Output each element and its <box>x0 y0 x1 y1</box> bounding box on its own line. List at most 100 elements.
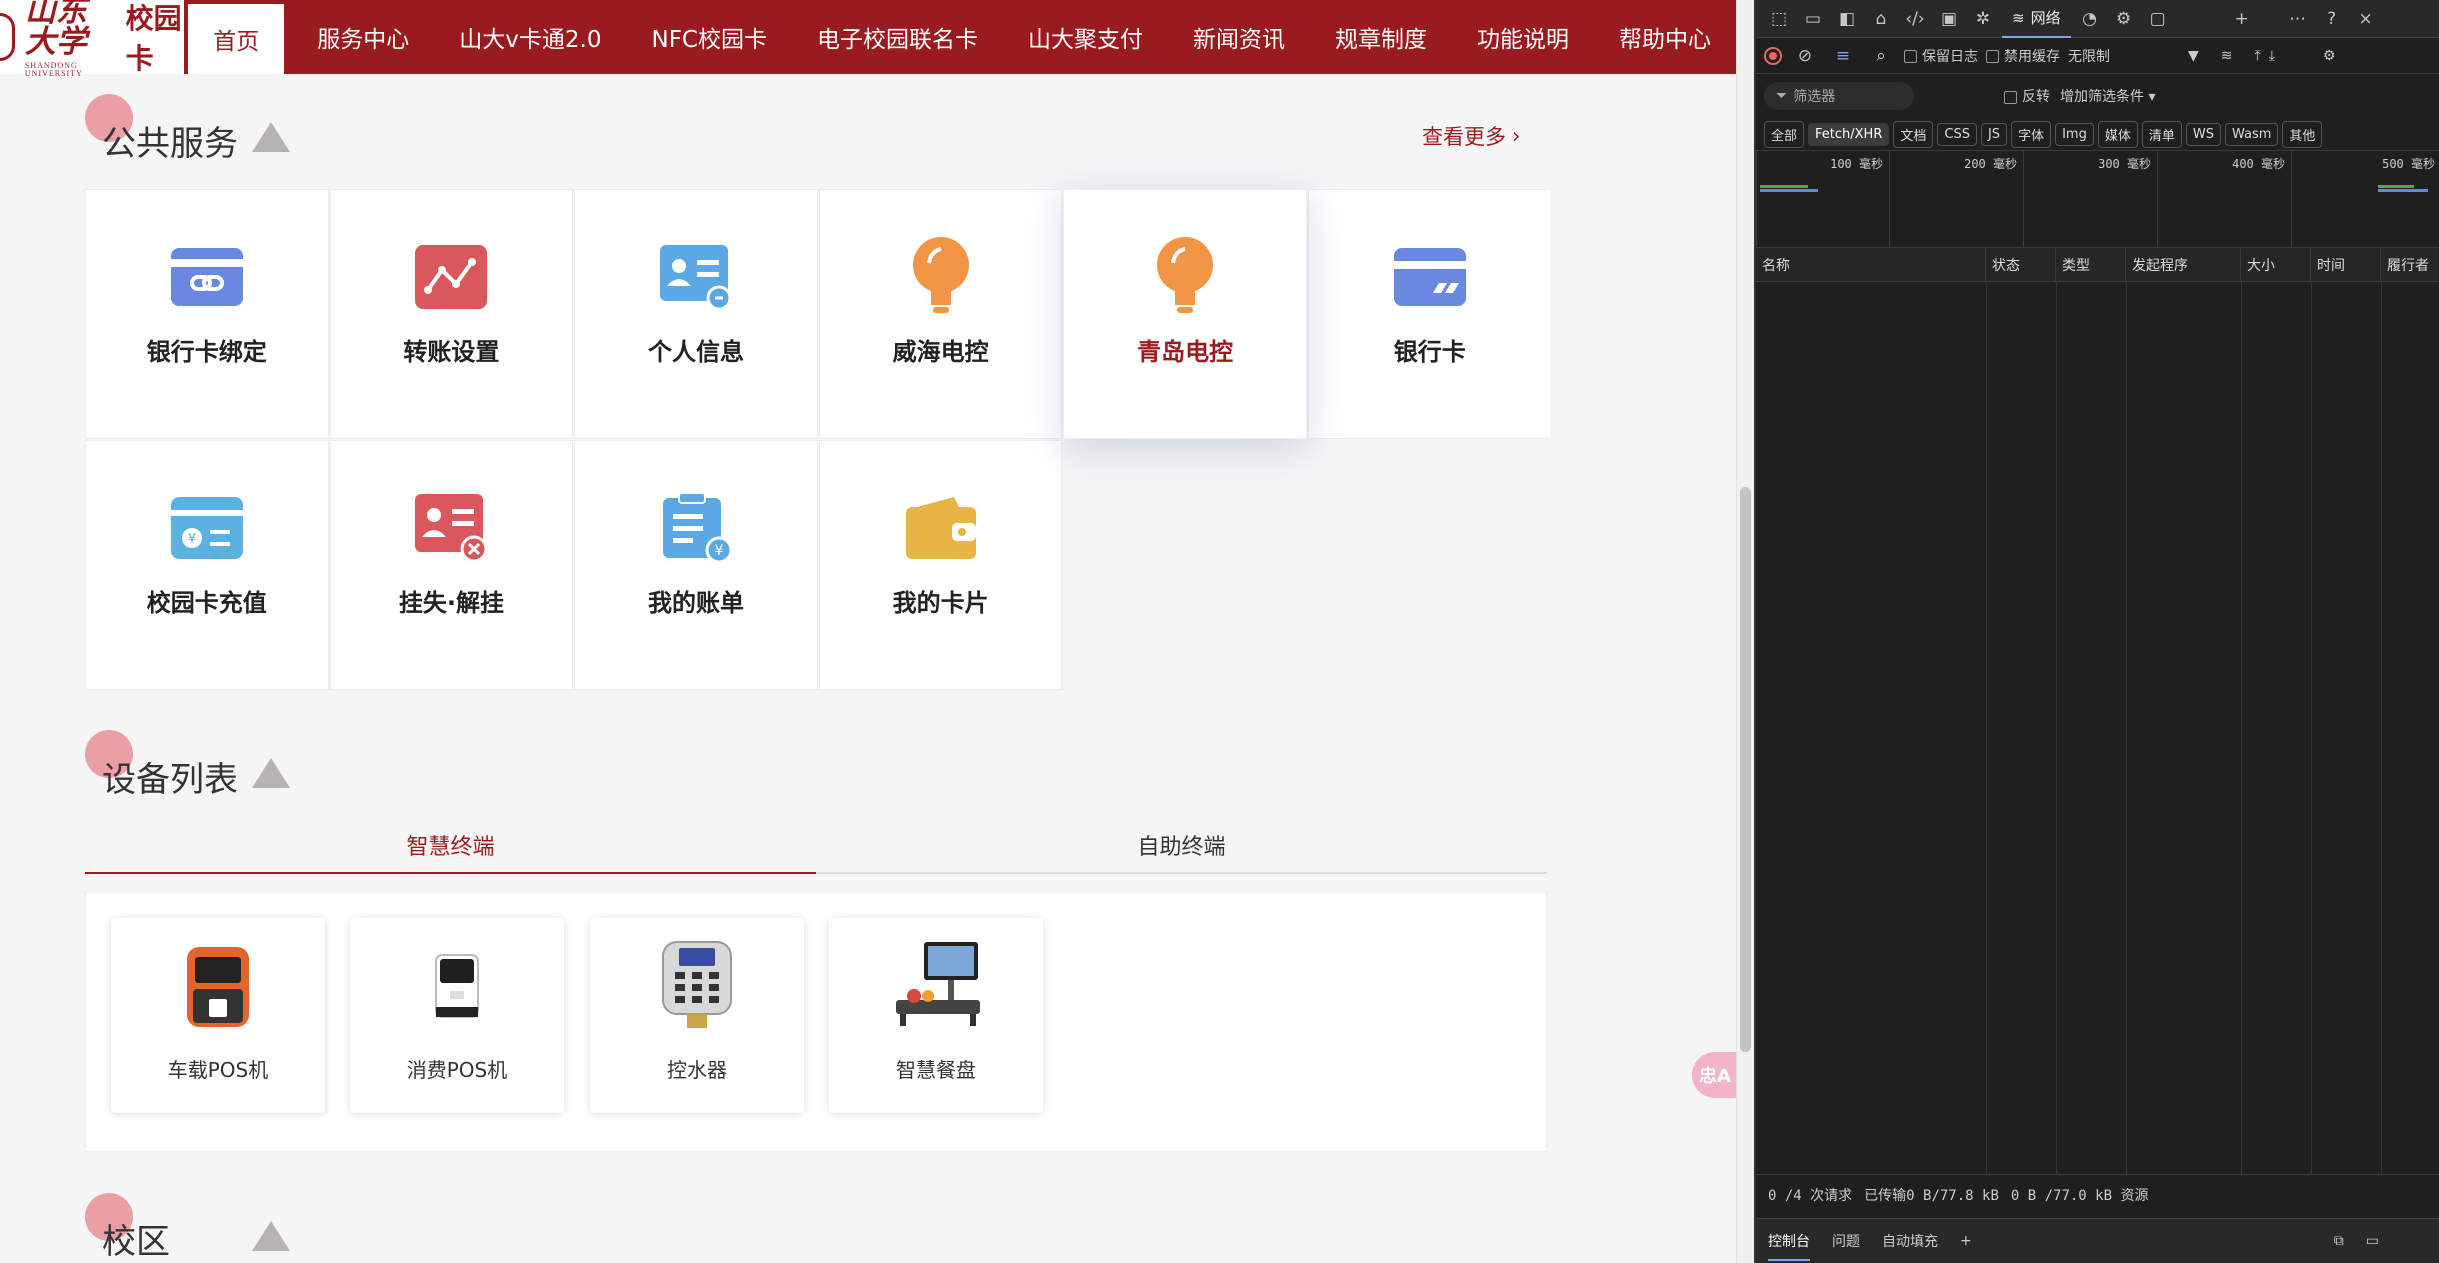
type-media[interactable]: 媒体 <box>2097 120 2138 148</box>
network-timeline[interactable]: 100 毫秒 200 毫秒 300 毫秒 400 毫秒 500 毫秒 <box>1756 150 2439 249</box>
device-card-consumer-pos[interactable]: 消费POS机 <box>350 918 564 1113</box>
inspect-icon[interactable]: ⬚ <box>1764 4 1794 34</box>
type-ws[interactable]: WS <box>2185 122 2221 146</box>
col-time[interactable]: 时间 <box>2311 247 2381 282</box>
elements-icon[interactable]: ‹/› <box>1900 4 1930 34</box>
nav-pay[interactable]: 山大聚支付 <box>1003 0 1168 74</box>
invert-checkbox[interactable]: 反转 <box>2004 86 2050 106</box>
service-recharge[interactable]: ¥ 校园卡充值 <box>85 440 329 690</box>
type-img[interactable]: Img <box>2055 122 2094 146</box>
service-weihai-power[interactable]: 威海电控 <box>818 189 1063 439</box>
filter-input[interactable]: ⏷ 筛选器 <box>1764 82 1914 110</box>
type-doc[interactable]: 文档 <box>1893 120 1934 148</box>
help-icon[interactable]: ? <box>2317 4 2347 34</box>
more-icon[interactable]: ⋯ <box>2283 4 2313 34</box>
scrollbar-thumb[interactable] <box>1740 487 1751 1052</box>
export-icon[interactable]: ⤓ <box>2269 48 2275 64</box>
type-css[interactable]: CSS <box>1937 122 1977 146</box>
nav-help[interactable]: 帮助中心 <box>1594 0 1736 74</box>
service-report-loss[interactable]: 挂失·解挂 <box>329 440 574 690</box>
close-icon[interactable]: × <box>2351 4 2381 34</box>
service-bank-binding[interactable]: 银行卡绑定 <box>85 189 329 439</box>
close-drawer-icon[interactable]: ▭ <box>2366 1233 2379 1249</box>
col-status[interactable]: 状态 <box>1986 247 2056 282</box>
device-toggle-icon[interactable]: ▭ <box>1798 4 1828 34</box>
col-name[interactable]: 名称 <box>1756 247 1986 282</box>
col-type[interactable]: 类型 <box>2056 247 2126 282</box>
record-icon[interactable] <box>1764 46 1782 65</box>
preserve-log-checkbox[interactable]: 保留日志 <box>1904 46 1978 66</box>
filter-toggle-icon[interactable]: ≡ <box>1828 41 1858 71</box>
section-title-public-services: 公共服务 <box>102 124 238 164</box>
nav-news[interactable]: 新闻资讯 <box>1168 0 1310 74</box>
service-my-bill[interactable]: ¥ 我的账单 <box>574 440 818 690</box>
translate-float-button[interactable]: 忠A <box>1692 1052 1738 1098</box>
application-icon[interactable]: ▢ <box>2143 4 2173 34</box>
nav-rules[interactable]: 规章制度 <box>1310 0 1452 74</box>
chevron-down-icon[interactable]: ▼ <box>2188 48 2199 64</box>
tab-issues[interactable]: 问题 <box>1832 1231 1860 1251</box>
transferred-size: 已传输0 B/77.8 kB <box>1864 1187 1999 1204</box>
service-my-card[interactable]: 我的卡片 <box>818 440 1063 690</box>
webpage: 山东大学 SHANDONG UNIVERSITY 校园卡 首页 服务中心 山大v… <box>0 0 1754 1263</box>
service-transfer-settings[interactable]: 转账设置 <box>329 189 574 439</box>
type-js[interactable]: JS <box>1980 122 2008 146</box>
timeline-tick: 500 毫秒 <box>2291 151 2439 249</box>
add-drawer-tab-icon[interactable]: + <box>1960 1233 1972 1249</box>
gear-icon[interactable]: ⚙ <box>2323 48 2336 64</box>
nav-cobrand-card[interactable]: 电子校园联名卡 <box>792 0 1003 74</box>
tab-autofill[interactable]: 自动填充 <box>1882 1231 1938 1251</box>
type-manifest[interactable]: 清单 <box>2141 120 2182 148</box>
tab-smart-terminal[interactable]: 智慧终端 <box>85 818 816 874</box>
service-grid: 银行卡绑定 转账设置 个人信息 威海电控 青岛电控 银行卡 ¥ 校园卡充值 挂失… <box>85 189 1552 690</box>
col-size[interactable]: 大小 <box>2241 247 2311 282</box>
throttle-select[interactable]: 无限制 <box>2068 46 2110 66</box>
service-label: 威海电控 <box>892 338 989 366</box>
wallet-icon <box>904 491 978 565</box>
type-fetch-xhr[interactable]: Fetch/XHR <box>1808 122 1890 146</box>
service-qingdao-power[interactable]: 青岛电控 <box>1063 189 1307 439</box>
view-more-link[interactable]: 查看更多 › <box>1422 121 1520 151</box>
nav-features[interactable]: 功能说明 <box>1452 0 1594 74</box>
console-icon[interactable]: ▣ <box>1934 4 1964 34</box>
type-font[interactable]: 字体 <box>2011 120 2052 148</box>
col-fulfilled-by[interactable]: 履行者 <box>2381 248 2439 282</box>
device-card-smart-tray[interactable]: 智慧餐盘 <box>829 918 1043 1113</box>
nav-nfc[interactable]: NFC校园卡 <box>627 0 793 74</box>
type-other[interactable]: 其他 <box>2282 120 2323 148</box>
logo[interactable]: 山东大学 SHANDONG UNIVERSITY 校园卡 <box>0 0 185 78</box>
clear-icon[interactable]: ⊘ <box>1790 41 1820 71</box>
tab-self-service-terminal[interactable]: 自助终端 <box>816 818 1547 872</box>
sidebar-icon[interactable]: ◧ <box>1832 4 1862 34</box>
dock-icon[interactable]: ⧉ <box>2334 1233 2344 1249</box>
type-wasm[interactable]: Wasm <box>2224 122 2279 146</box>
page-scrollbar[interactable] <box>1736 0 1754 1263</box>
search-icon[interactable]: ⌕ <box>1866 41 1896 71</box>
tab-console[interactable]: 控制台 <box>1768 1231 1810 1261</box>
more-filters-dropdown[interactable]: 增加筛选条件 ▾ <box>2060 86 2155 106</box>
section-title-campus: 校区 <box>102 1222 170 1262</box>
tab-network[interactable]: ≋ 网络 <box>2002 0 2071 38</box>
type-all[interactable]: 全部 <box>1764 120 1805 148</box>
nav-service-center[interactable]: 服务中心 <box>292 0 434 74</box>
service-personal-info[interactable]: 个人信息 <box>574 189 818 439</box>
device-card-water-controller[interactable]: 控水器 <box>590 918 804 1113</box>
gear-icon[interactable]: ⚙ <box>2109 4 2139 34</box>
import-icon[interactable]: ⤒ <box>2255 48 2261 64</box>
device-card-vehicle-pos[interactable]: 车载POS机 <box>111 918 325 1113</box>
home-icon[interactable]: ⌂ <box>1866 4 1896 34</box>
debug-icon[interactable]: ✲ <box>1968 4 1998 34</box>
add-tab-icon[interactable]: + <box>2227 4 2257 34</box>
id-card-icon <box>659 240 733 314</box>
consumer-pos-icon <box>402 936 512 1036</box>
device-tabs: 智慧终端 自助终端 <box>85 818 1547 874</box>
chevron-right-icon: › <box>1512 124 1521 148</box>
network-conditions-icon[interactable]: ≋ <box>2221 48 2233 64</box>
devtools-tabbar: ⬚ ▭ ◧ ⌂ ‹/› ▣ ✲ ≋ 网络 ◔ ⚙ ▢ + ⋯ ? × <box>1756 0 2439 38</box>
nav-vcard[interactable]: 山大v卡通2.0 <box>434 0 626 74</box>
col-initiator[interactable]: 发起程序 <box>2126 247 2241 282</box>
nav-home[interactable]: 首页 <box>188 4 285 74</box>
performance-icon[interactable]: ◔ <box>2075 4 2105 34</box>
disable-cache-checkbox[interactable]: 禁用缓存 <box>1986 46 2060 66</box>
service-bank-card[interactable]: 银行卡 <box>1307 189 1552 439</box>
